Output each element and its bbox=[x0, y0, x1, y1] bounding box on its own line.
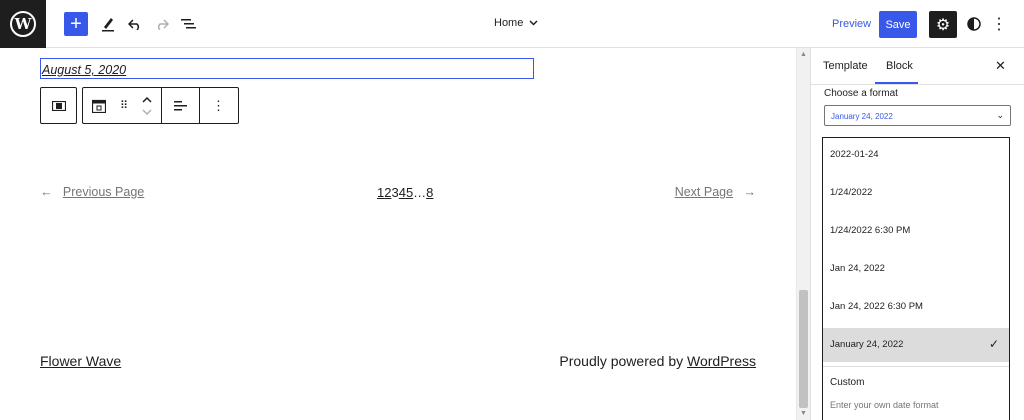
format-option[interactable]: 2022-01-24 bbox=[823, 138, 1009, 172]
list-view-button[interactable] bbox=[180, 12, 198, 36]
columns-icon bbox=[51, 100, 66, 111]
vertical-ellipsis-icon: ⋮ bbox=[212, 97, 225, 113]
chevron-down-icon bbox=[529, 20, 538, 26]
custom-format-input[interactable]: Enter your own date format bbox=[830, 400, 939, 410]
format-option[interactable]: Jan 24, 2022 bbox=[823, 252, 1009, 286]
calendar-icon bbox=[92, 99, 106, 113]
block-parent-toolbar bbox=[40, 87, 77, 124]
format-option[interactable]: 1/24/2022 bbox=[823, 176, 1009, 210]
chevron-up-icon[interactable] bbox=[142, 96, 152, 103]
document-title-dropdown[interactable]: Home bbox=[494, 17, 538, 29]
add-block-button[interactable]: + bbox=[64, 12, 88, 36]
format-option-label: January 24, 2022 bbox=[830, 339, 904, 350]
align-left-icon bbox=[173, 100, 187, 110]
format-option-label: 1/24/2022 6:30 PM bbox=[830, 225, 911, 236]
gear-icon: ⚙ bbox=[935, 16, 951, 34]
post-date-block[interactable]: August 5, 2020 bbox=[40, 58, 534, 79]
format-option-label: Jan 24, 2022 bbox=[830, 263, 885, 274]
format-option-selected[interactable]: January 24, 2022 ✓ bbox=[823, 328, 1009, 362]
format-label: Choose a format bbox=[824, 88, 898, 99]
preview-button[interactable]: Preview bbox=[832, 18, 871, 30]
previous-page-link[interactable]: ← Previous Page bbox=[40, 185, 144, 199]
redo-button[interactable] bbox=[153, 12, 171, 36]
divider bbox=[823, 366, 1009, 367]
format-option-label: 1/24/2022 bbox=[830, 187, 873, 198]
format-option-label: 2022-01-24 bbox=[830, 149, 879, 160]
site-title-link[interactable]: Flower Wave bbox=[40, 353, 121, 369]
pagination-ellipsis: … bbox=[413, 185, 427, 200]
pencil-icon bbox=[102, 18, 114, 32]
tab-template[interactable]: Template bbox=[823, 60, 868, 72]
active-tab-indicator bbox=[875, 82, 918, 84]
format-option[interactable]: 1/24/2022 6:30 PM bbox=[823, 214, 1009, 248]
wordpress-logo-button[interactable]: W bbox=[0, 0, 46, 48]
move-controls bbox=[133, 88, 161, 123]
undo-icon bbox=[128, 19, 140, 30]
wordpress-icon: W bbox=[10, 11, 36, 37]
scroll-up-arrow-icon[interactable]: ▲ bbox=[800, 51, 807, 58]
next-page-label: Next Page bbox=[674, 185, 734, 199]
block-type-button[interactable] bbox=[83, 88, 115, 123]
settings-button[interactable]: ⚙ bbox=[929, 11, 957, 38]
format-select[interactable]: January 24, 2022 ⌄ bbox=[824, 105, 1011, 126]
align-button[interactable] bbox=[161, 88, 199, 123]
canvas-scrollbar[interactable]: ▲ ▼ bbox=[796, 48, 810, 420]
scroll-down-arrow-icon[interactable]: ▼ bbox=[800, 410, 807, 417]
scrollbar-thumb[interactable] bbox=[799, 290, 808, 408]
arrow-right-icon: → bbox=[743, 185, 757, 199]
format-option-label: Jan 24, 2022 6:30 PM bbox=[830, 301, 923, 312]
wordpress-link[interactable]: WordPress bbox=[687, 353, 756, 369]
page-numbers: 12345…8 bbox=[377, 185, 433, 200]
format-select-value: January 24, 2022 bbox=[831, 112, 893, 121]
arrow-left-icon: ← bbox=[40, 185, 53, 199]
format-option[interactable]: Jan 24, 2022 6:30 PM bbox=[823, 290, 1009, 324]
undo-button[interactable] bbox=[126, 12, 144, 36]
document-title: Home bbox=[494, 17, 524, 29]
block-toolbar: ⠿ ⋮ bbox=[82, 87, 239, 124]
half-circle-icon bbox=[967, 17, 981, 31]
custom-format-option[interactable]: Custom bbox=[830, 377, 864, 388]
list-view-icon bbox=[181, 19, 196, 29]
styles-button[interactable] bbox=[964, 12, 984, 36]
page-number[interactable]: 4 bbox=[399, 185, 406, 200]
close-sidebar-button[interactable]: ✕ bbox=[995, 58, 1006, 74]
vertical-ellipsis-icon: ⋮ bbox=[991, 16, 1007, 33]
page-number[interactable]: 8 bbox=[426, 185, 433, 200]
save-button[interactable]: Save bbox=[879, 11, 917, 38]
checkmark-icon: ✓ bbox=[988, 337, 999, 351]
editor-header: W + Home Preview Save ⚙ ⋮ bbox=[0, 0, 1024, 48]
redo-icon bbox=[157, 19, 169, 30]
plus-icon: + bbox=[70, 12, 82, 35]
tools-button[interactable] bbox=[99, 12, 117, 36]
current-page-number: 3 bbox=[391, 185, 399, 200]
editor-canvas: August 5, 2020 ⠿ ⋮ ← Previous Page 12345… bbox=[0, 48, 796, 420]
previous-page-label: Previous Page bbox=[62, 185, 145, 199]
tab-block[interactable]: Block bbox=[886, 60, 913, 72]
next-page-link[interactable]: Next Page → bbox=[675, 185, 756, 199]
drag-handle[interactable]: ⠿ bbox=[115, 88, 133, 123]
options-button[interactable]: ⋮ bbox=[991, 12, 1007, 36]
powered-by: Proudly powered by WordPress bbox=[559, 353, 756, 369]
parent-block-button[interactable] bbox=[51, 88, 66, 123]
post-date-text: August 5, 2020 bbox=[42, 63, 127, 77]
close-icon: ✕ bbox=[995, 58, 1006, 73]
powered-by-text: Proudly powered by bbox=[559, 353, 688, 369]
chevron-down-icon: ⌄ bbox=[996, 110, 1004, 120]
block-options-button[interactable]: ⋮ bbox=[199, 88, 237, 123]
drag-dots-icon: ⠿ bbox=[119, 100, 129, 112]
sidebar-tabs: Template Block ✕ bbox=[811, 48, 1024, 85]
format-options-list: 2022-01-24 1/24/2022 1/24/2022 6:30 PM J… bbox=[822, 137, 1010, 420]
chevron-down-icon[interactable] bbox=[142, 108, 152, 115]
